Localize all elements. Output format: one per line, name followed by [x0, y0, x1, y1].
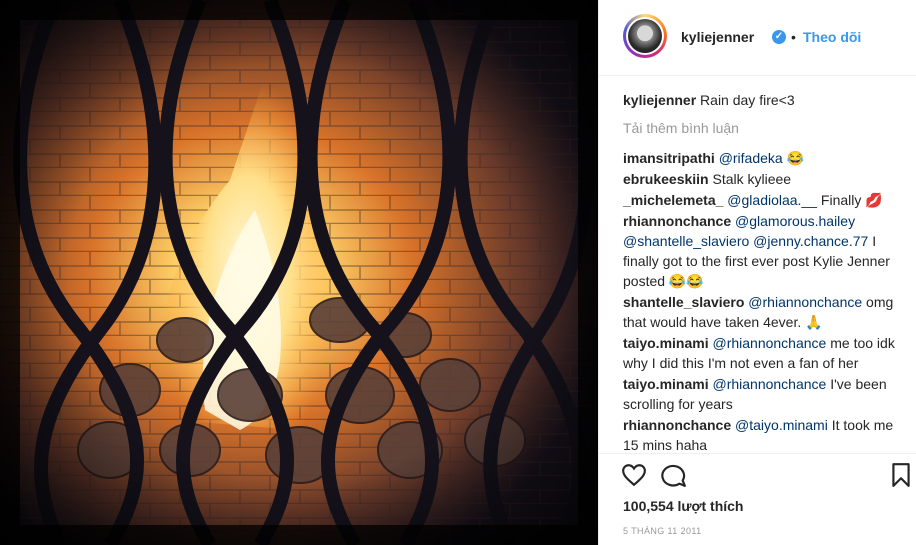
caption-text: Rain day fire<3: [700, 92, 795, 108]
action-bar: [599, 453, 916, 494]
load-more-comments-button[interactable]: Tải thêm bình luận: [623, 118, 905, 138]
comment-username[interactable]: taiyo.minami: [623, 376, 709, 392]
comment-icon[interactable]: [661, 462, 687, 488]
comment-mention[interactable]: @rhiannonchance: [712, 335, 826, 351]
comment-item: taiyo.minami @rhiannonchance me too idk …: [623, 333, 905, 373]
comment-item: imansitripathi @rifadeka 😂: [623, 148, 905, 168]
post-date: 5 THÁNG 11 2011: [623, 526, 702, 536]
comment-item: taiyo.minami @rhiannonchance I've been s…: [623, 374, 905, 414]
heart-icon[interactable]: [621, 462, 647, 488]
comment-text: Finally 💋: [817, 192, 883, 208]
caption-username[interactable]: kyliejenner: [623, 92, 696, 108]
comment-username[interactable]: taiyo.minami: [623, 335, 709, 351]
caption: kyliejenner Rain day fire<3: [623, 90, 905, 110]
comment-item: shantelle_slaviero @rhiannonchance omg t…: [623, 292, 905, 332]
comment-username[interactable]: shantelle_slaviero: [623, 294, 744, 310]
comment-item: _michelemeta_ @gladiolaa.__ Finally 💋: [623, 190, 905, 210]
comment-username[interactable]: _michelemeta_: [623, 192, 723, 208]
post-side-panel: kyliejenner ✓ • Theo dõi kyliejenner Rai…: [598, 0, 916, 545]
avatar[interactable]: [623, 14, 667, 58]
post-header: kyliejenner ✓ • Theo dõi: [599, 0, 916, 76]
comment-mention[interactable]: @rhiannonchance: [712, 376, 826, 392]
like-count[interactable]: 100,554 lượt thích: [623, 498, 743, 514]
verified-badge-icon: ✓: [772, 30, 786, 44]
comment-item: rhiannonchance @glamorous.hailey @shante…: [623, 211, 905, 291]
comment-username[interactable]: ebrukeeskiin: [623, 171, 709, 187]
comments-list: kyliejenner Rain day fire<3 Tải thêm bìn…: [623, 90, 905, 456]
comment-item: rhiannonchance @taiyo.minami It took me …: [623, 415, 905, 455]
post-username[interactable]: kyliejenner: [681, 29, 754, 45]
separator-dot: •: [791, 29, 796, 45]
comment-mention[interactable]: @rhiannonchance: [748, 294, 862, 310]
comment-text: Stalk kylieee: [712, 171, 792, 187]
bookmark-icon[interactable]: [888, 462, 914, 488]
comment-mention[interactable]: @gladiolaa.__: [727, 192, 817, 208]
comment-text: 😂: [782, 150, 805, 166]
comment-item: ebrukeeskiin Stalk kylieee: [623, 169, 905, 189]
follow-button[interactable]: Theo dõi: [803, 29, 861, 45]
comment-mention[interactable]: @rifadeka: [719, 150, 783, 166]
comment-username[interactable]: rhiannonchance: [623, 213, 731, 229]
comment-username[interactable]: imansitripathi: [623, 150, 715, 166]
post-photo[interactable]: [0, 0, 598, 545]
comment-mention[interactable]: @taiyo.minami: [735, 417, 828, 433]
comment-username[interactable]: rhiannonchance: [623, 417, 731, 433]
